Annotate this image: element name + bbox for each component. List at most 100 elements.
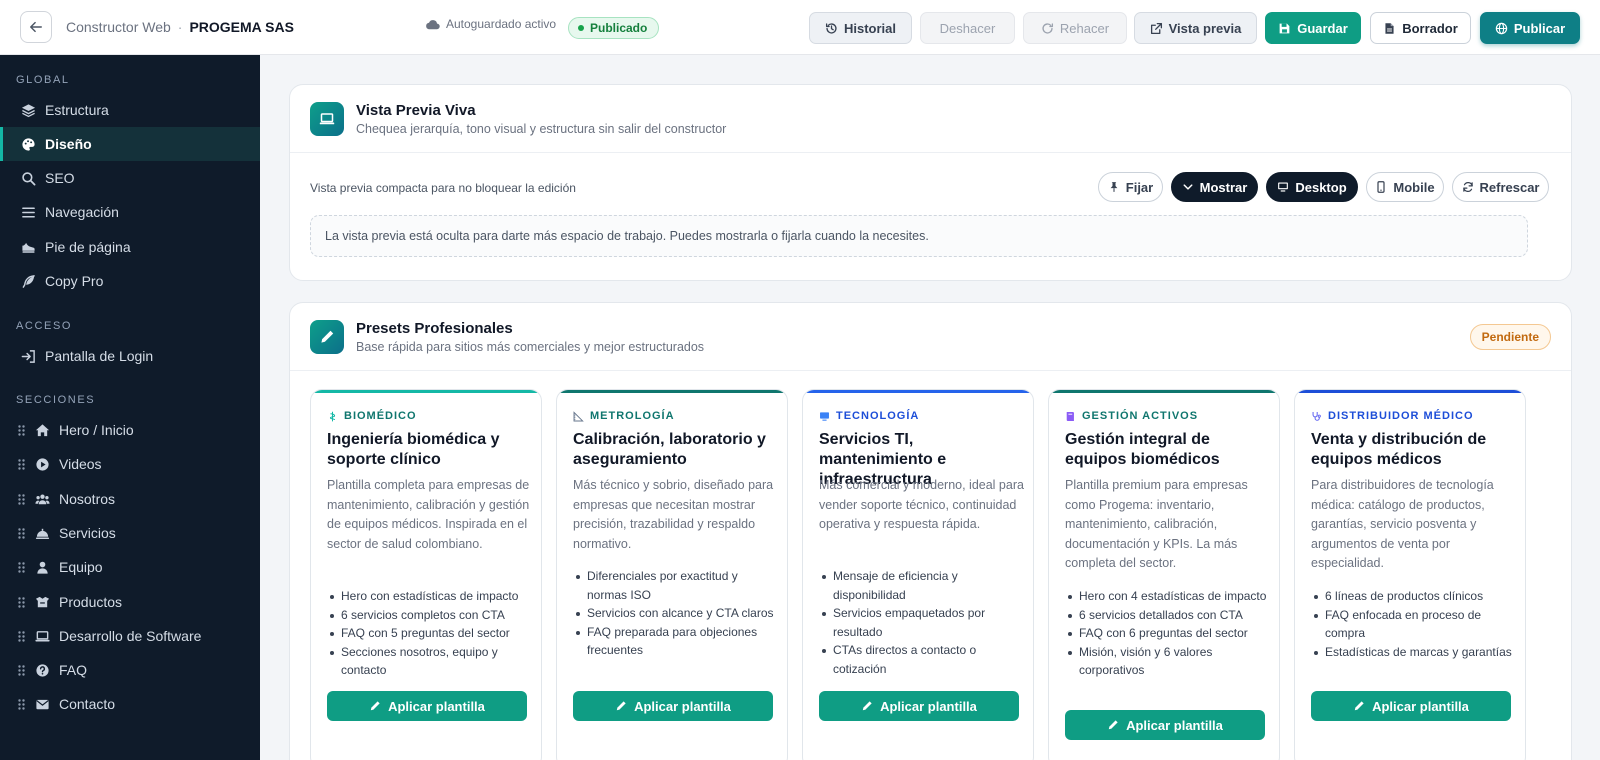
drag-handle-icon[interactable] — [18, 596, 26, 608]
sidebar-item-faq[interactable]: FAQ — [0, 653, 260, 687]
sidebar-item-hero[interactable]: Hero / Inicio — [0, 413, 260, 447]
list-item: FAQ preparada para objeciones frecuentes — [573, 623, 778, 660]
login-icon — [20, 348, 36, 364]
sidebar-item-videos[interactable]: Videos — [0, 447, 260, 481]
status-badge: Publicado — [568, 17, 660, 39]
desktop-button[interactable]: Desktop — [1266, 172, 1358, 202]
template-description: Plantilla completa para empresas de mant… — [327, 478, 530, 551]
sidebar-item-label: Equipo — [59, 559, 103, 575]
presets-card: Presets Profesionales Base rápida para s… — [289, 302, 1572, 760]
pencil-icon — [616, 701, 626, 711]
back-button[interactable] — [20, 11, 52, 43]
list-item: Hero con 4 estadísticas de impacto — [1065, 587, 1270, 606]
refresh-button[interactable]: Refrescar — [1452, 172, 1549, 202]
list-item: CTAs directos a contacto o cotización — [819, 641, 1024, 678]
sidebar-item-label: Copy Pro — [45, 273, 104, 289]
preview-button[interactable]: Vista previa — [1134, 12, 1257, 44]
sidebar-item-nosotros[interactable]: Nosotros — [0, 482, 260, 516]
sidebar-item-label: Pie de página — [45, 239, 131, 255]
apply-template-button[interactable]: Aplicar plantilla — [327, 691, 527, 721]
list-item: Diferenciales por exactitud y normas ISO — [573, 567, 778, 604]
template-kicker: METROLOGÍA — [573, 410, 675, 422]
list-item: Estadísticas de marcas y garantías — [1311, 643, 1516, 662]
template-card-gestion-activos: GESTIÓN ACTIVOS Gestión integral de equi… — [1048, 389, 1280, 760]
box-icon — [34, 594, 50, 610]
presets-subtitle: Base rápida para sitios más comerciales … — [356, 340, 705, 354]
apply-template-button[interactable]: Aplicar plantilla — [1065, 710, 1265, 740]
sidebar-item-desarrollo-software[interactable]: Desarrollo de Software — [0, 619, 260, 653]
save-button[interactable]: Guardar — [1265, 12, 1361, 44]
history-button[interactable]: Historial — [809, 12, 912, 44]
sidebar-item-equipo[interactable]: Equipo — [0, 550, 260, 584]
template-description: Más comercial y moderno, ideal para vend… — [819, 478, 1024, 531]
sidebar-item-estructura[interactable]: Estructura — [0, 93, 260, 127]
drag-handle-icon[interactable] — [18, 527, 26, 539]
sidebar-item-label: Nosotros — [59, 491, 116, 507]
pencil-icon — [862, 701, 872, 711]
pin-label: Fijar — [1125, 179, 1154, 195]
presets-title: Presets Profesionales — [356, 320, 513, 337]
undo-button[interactable]: Deshacer — [920, 12, 1015, 44]
external-link-icon — [1150, 22, 1162, 34]
list-item: 6 líneas de productos clínicos — [1311, 587, 1516, 606]
pencil-icon — [1354, 701, 1364, 711]
template-kicker: DISTRIBUIDOR MÉDICO — [1311, 410, 1474, 422]
template-card-biomedico: BIOMÉDICO Ingeniería biomédica y soporte… — [310, 389, 542, 760]
sidebar-item-contacto[interactable]: Contacto — [0, 687, 260, 721]
template-accent — [1049, 390, 1279, 393]
sidebar-item-navegacion[interactable]: Navegación — [0, 195, 260, 229]
breadcrumb-separator: · — [177, 19, 183, 35]
list-item: 6 servicios detallados con CTA — [1065, 606, 1270, 625]
live-preview-header: Vista Previa Viva Chequea jerarquía, ton… — [310, 102, 726, 136]
drag-handle-icon[interactable] — [18, 698, 26, 710]
apply-template-button[interactable]: Aplicar plantilla — [819, 691, 1019, 721]
sidebar-item-login[interactable]: Pantalla de Login — [0, 339, 260, 373]
file-icon — [1385, 22, 1394, 34]
app-name: Constructor Web — [66, 19, 171, 35]
pending-badge: Pendiente — [1469, 324, 1551, 350]
drag-handle-icon[interactable] — [18, 424, 26, 436]
status-text: Publicado — [590, 21, 648, 35]
sidebar-item-label: Hero / Inicio — [59, 422, 134, 438]
sidebar-item-copy-pro[interactable]: Copy Pro — [0, 264, 260, 298]
show-button[interactable]: Mostrar — [1171, 172, 1258, 202]
template-title: Venta y distribución de equipos médicos — [1311, 431, 1487, 468]
show-label: Mostrar — [1199, 179, 1248, 195]
pencil-icon — [310, 320, 344, 354]
sidebar-item-label: SEO — [45, 170, 75, 186]
sidebar-item-pie-de-pagina[interactable]: Pie de página — [0, 230, 260, 264]
template-accent — [803, 390, 1033, 393]
apply-template-button[interactable]: Aplicar plantilla — [573, 691, 773, 721]
mobile-button[interactable]: Mobile — [1366, 172, 1444, 202]
redo-button[interactable]: Rehacer — [1023, 12, 1127, 44]
list-item: Mensaje de eficiencia y disponibilidad — [819, 567, 1024, 604]
sidebar-item-diseno[interactable]: Diseño — [0, 127, 260, 161]
list-item: 6 servicios completos con CTA — [327, 606, 532, 625]
sidebar-item-servicios[interactable]: Servicios — [0, 516, 260, 550]
publish-button[interactable]: Publicar — [1480, 12, 1580, 44]
pencil-icon — [370, 701, 380, 711]
pin-button[interactable]: Fijar — [1098, 172, 1163, 202]
sidebar-item-productos[interactable]: Productos — [0, 585, 260, 619]
template-feature-list: Hero con 4 estadísticas de impacto 6 ser… — [1065, 587, 1270, 680]
status-dot — [578, 25, 584, 31]
apply-label: Aplicar plantilla — [1372, 698, 1469, 714]
apply-label: Aplicar plantilla — [388, 698, 485, 714]
sidebar-item-seo[interactable]: SEO — [0, 161, 260, 195]
drag-handle-icon[interactable] — [18, 664, 26, 676]
draft-button[interactable]: Borrador — [1370, 12, 1471, 44]
sidebar-section-global: GLOBAL — [16, 74, 70, 86]
cloud-icon — [426, 19, 440, 29]
sidebar-item-label: Servicios — [59, 525, 116, 541]
template-title: Ingeniería biomédica y soporte clínico — [327, 431, 500, 468]
drag-handle-icon[interactable] — [18, 561, 26, 573]
sidebar-item-label: Pantalla de Login — [45, 348, 154, 364]
history-label: Historial — [843, 20, 896, 36]
pencil-icon — [1108, 720, 1118, 730]
drag-handle-icon[interactable] — [18, 493, 26, 505]
users-icon — [34, 491, 50, 507]
list-item: FAQ enfocada en proceso de compra — [1311, 606, 1516, 643]
drag-handle-icon[interactable] — [18, 630, 26, 642]
apply-template-button[interactable]: Aplicar plantilla — [1311, 691, 1511, 721]
drag-handle-icon[interactable] — [18, 458, 26, 470]
